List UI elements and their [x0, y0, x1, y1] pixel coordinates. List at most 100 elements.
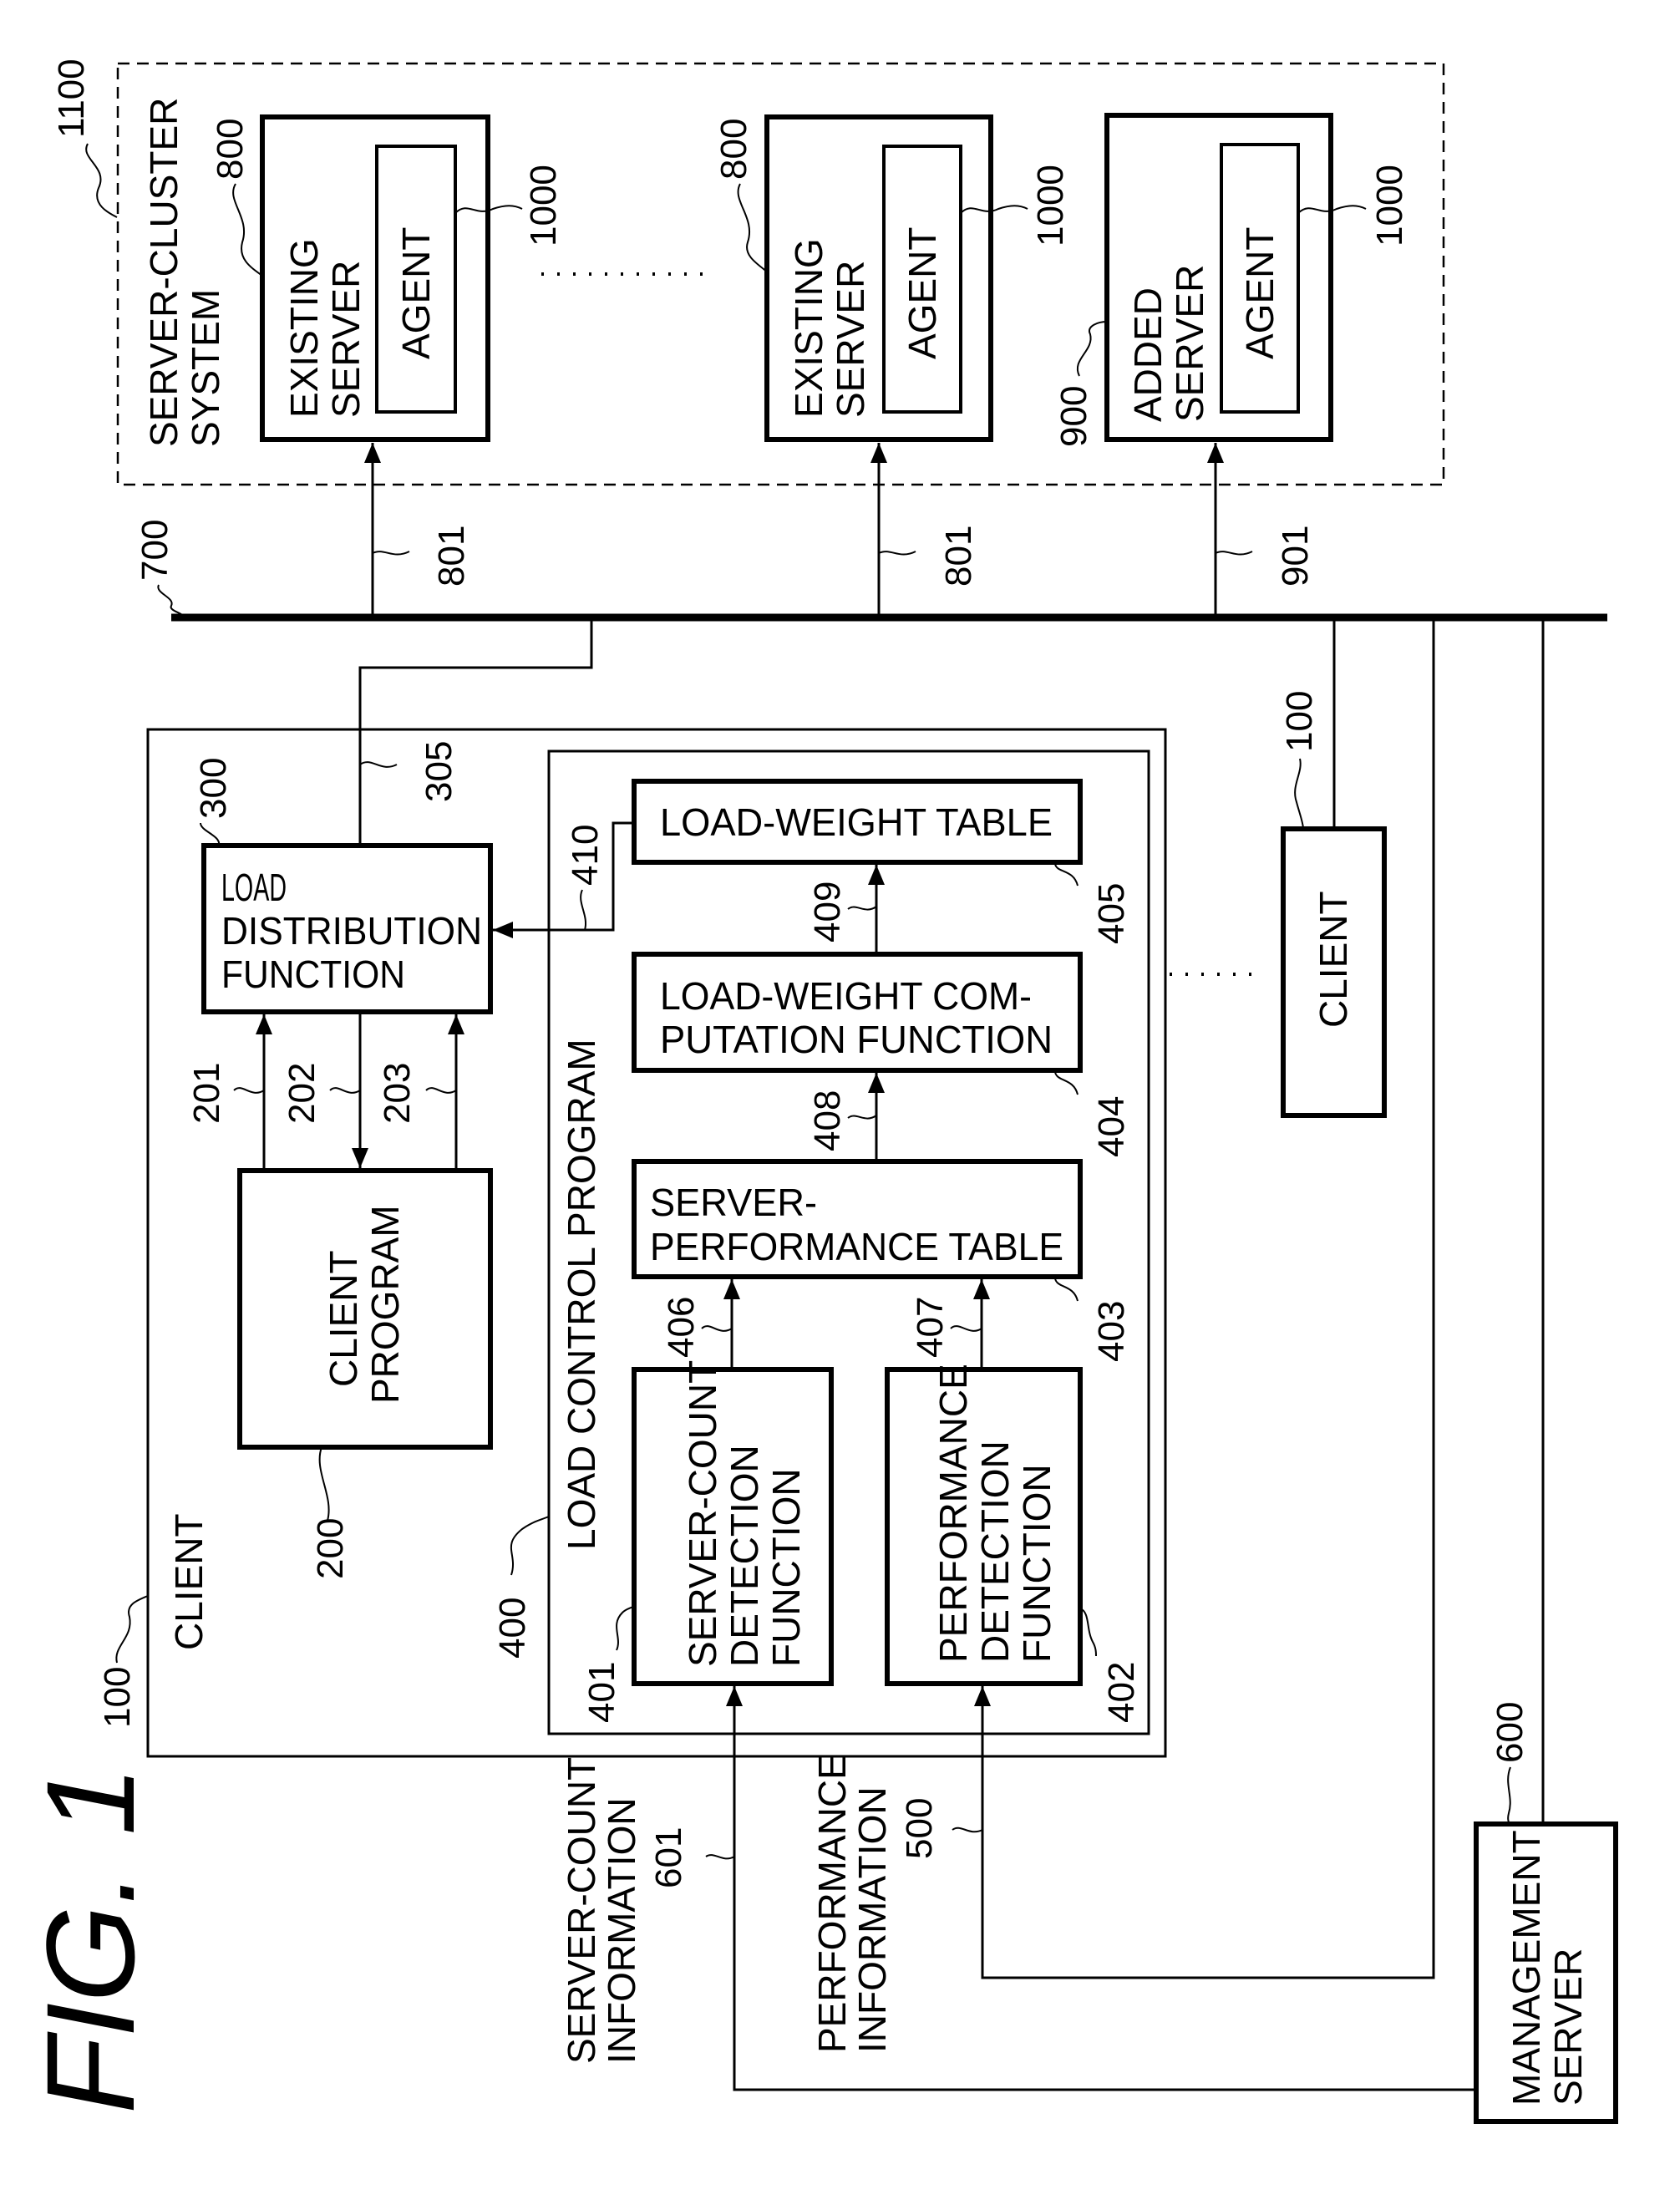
management-server-label-line1: MANAGEMENT: [1505, 1830, 1548, 2106]
ref-1000-b: 1000: [1030, 165, 1071, 246]
leader-900: [1076, 321, 1108, 377]
added-server-label-line2: SERVER: [1168, 265, 1211, 422]
leader-1100: [85, 143, 118, 218]
management-server-label-line2: SERVER: [1546, 1948, 1590, 2106]
existing-server-2-label-line1: EXISTING: [787, 238, 830, 418]
leader-404: [1054, 1071, 1079, 1095]
server-cluster-label-line1: SERVER-CLUSTER: [142, 98, 185, 447]
ref-404: 404: [1091, 1096, 1132, 1157]
agent-1-label: AGENT: [394, 227, 438, 359]
ref-100-other: 100: [1279, 691, 1320, 752]
load-distribution-label-line3: FUNCTION: [221, 953, 405, 996]
leader-601: [705, 1854, 735, 1860]
server-performance-table-label-line2: PERFORMANCE TABLE: [650, 1225, 1063, 1268]
ref-1000-c: 1000: [1369, 165, 1410, 246]
leader-700: [157, 584, 183, 616]
existing-server-2-label-line2: SERVER: [829, 261, 872, 418]
ref-400: 400: [492, 1598, 533, 1659]
ref-901: 901: [1275, 526, 1316, 587]
server-count-detection-label-line3: FUNCTION: [764, 1468, 808, 1667]
leader-201: [233, 1087, 265, 1094]
leader-801-b: [878, 551, 916, 556]
ref-405: 405: [1091, 883, 1132, 944]
leader-305: [359, 761, 398, 768]
leader-800-b: [737, 183, 768, 272]
load-weight-computation-label-line1: LOAD-WEIGHT COM-: [660, 974, 1032, 1018]
ref-601: 601: [648, 1827, 689, 1888]
client-100: CLIENT 100 305 LOAD DISTRIBUTION FUNCTIO…: [97, 621, 1167, 1758]
server-count-detection-label-line2: DETECTION: [723, 1445, 766, 1667]
client-program-label-line1: CLIENT: [322, 1250, 365, 1387]
server-performance-table-label-line1: SERVER-: [650, 1181, 817, 1224]
leader-100-other: [1294, 758, 1304, 830]
agent-2-label: AGENT: [901, 227, 944, 359]
ref-403: 403: [1091, 1301, 1132, 1362]
client-program[interactable]: CLIENT PROGRAM 200: [237, 1168, 493, 1579]
ref-900: 900: [1053, 386, 1094, 447]
other-client[interactable]: CLIENT 100: [1279, 621, 1387, 1118]
server-count-information-label: SERVER-COUNT INFORMATION 601: [560, 1757, 735, 2064]
server-count-info-line2: INFORMATION: [600, 1797, 643, 2064]
ref-407: 407: [910, 1297, 951, 1358]
ref-410: 410: [565, 825, 606, 886]
leader-100-main: [115, 1595, 149, 1664]
ref-401: 401: [581, 1662, 622, 1723]
leader-600: [1507, 1766, 1511, 1825]
ref-409: 409: [807, 882, 848, 942]
ref-800-a: 800: [210, 119, 251, 180]
ref-202: 202: [282, 1063, 322, 1124]
ref-305: 305: [419, 741, 459, 802]
existing-server-1-label-line2: SERVER: [324, 261, 368, 418]
leader-401: [616, 1605, 635, 1651]
leader-400: [510, 1516, 550, 1576]
leader-408: [847, 1115, 877, 1120]
leader-200: [318, 1446, 330, 1522]
load-distribution-label-line2: DISTRIBUTION: [221, 909, 482, 953]
ref-1100: 1100: [51, 58, 92, 138]
load-distribution-label-line1: LOAD: [221, 866, 287, 909]
leader-410: [580, 889, 587, 931]
existing-server-1[interactable]: EXISTING SERVER AGENT 800 1000: [210, 114, 564, 442]
ref-800-b: 800: [713, 119, 754, 180]
ref-201: 201: [186, 1063, 227, 1124]
leader-901: [1215, 551, 1253, 556]
leader-405: [1054, 863, 1079, 887]
performance-info-line1: PERFORMANCE: [810, 1754, 854, 2053]
leader-801-a: [372, 551, 410, 556]
performance-detection-label-line1: PERFORMANCE: [931, 1364, 975, 1663]
added-server-label-line1: ADDED: [1126, 287, 1170, 422]
ref-203: 203: [377, 1063, 418, 1124]
ref-408: 408: [807, 1090, 848, 1151]
leader-500: [952, 1827, 983, 1833]
leader-403: [1054, 1278, 1079, 1302]
leader-409: [847, 906, 877, 911]
leader-406: [701, 1325, 733, 1332]
agent-3-label: AGENT: [1238, 227, 1282, 359]
system-diagram: FIG. 1 1100 SERVER-CLUSTER SYSTEM EXISTI…: [20, 58, 1618, 2124]
figure-title: FIG. 1: [20, 1766, 160, 2114]
server-cluster-label-line2: SYSTEM: [184, 289, 227, 447]
leader-407: [950, 1325, 982, 1332]
performance-detection-label-line2: DETECTION: [973, 1440, 1017, 1663]
client-program-label-line2: PROGRAM: [363, 1205, 407, 1404]
server-count-info-line1: SERVER-COUNT: [560, 1757, 603, 2064]
link-305: [358, 621, 593, 846]
client-label: CLIENT: [167, 1513, 211, 1650]
ref-500: 500: [899, 1798, 940, 1859]
other-client-label: CLIENT: [1312, 891, 1355, 1028]
performance-info-line2: INFORMATION: [850, 1786, 894, 2053]
arrow-410: [493, 821, 634, 938]
server-count-detection-label-line1: SERVER-COUNT: [681, 1360, 724, 1667]
server-cluster-system: 1100 SERVER-CLUSTER SYSTEM EXISTING SERV…: [51, 58, 1445, 486]
load-weight-computation-label-line2: PUTATION FUNCTION: [660, 1018, 1053, 1061]
existing-server-2[interactable]: EXISTING SERVER AGENT 800 1000: [713, 114, 1071, 442]
ref-300: 300: [193, 758, 234, 819]
performance-detection-label-line3: FUNCTION: [1015, 1464, 1058, 1663]
ref-801-b: 801: [938, 526, 979, 587]
load-weight-table-label: LOAD-WEIGHT TABLE: [660, 800, 1053, 844]
management-server[interactable]: MANAGEMENT SERVER 600: [1474, 1702, 1618, 2124]
ref-600: 600: [1490, 1702, 1530, 1763]
load-control-program-label: LOAD CONTROL PROGRAM: [560, 1039, 603, 1550]
added-server[interactable]: ADDED SERVER AGENT 900 1000: [1053, 113, 1410, 447]
ref-100-main: 100: [97, 1667, 138, 1728]
